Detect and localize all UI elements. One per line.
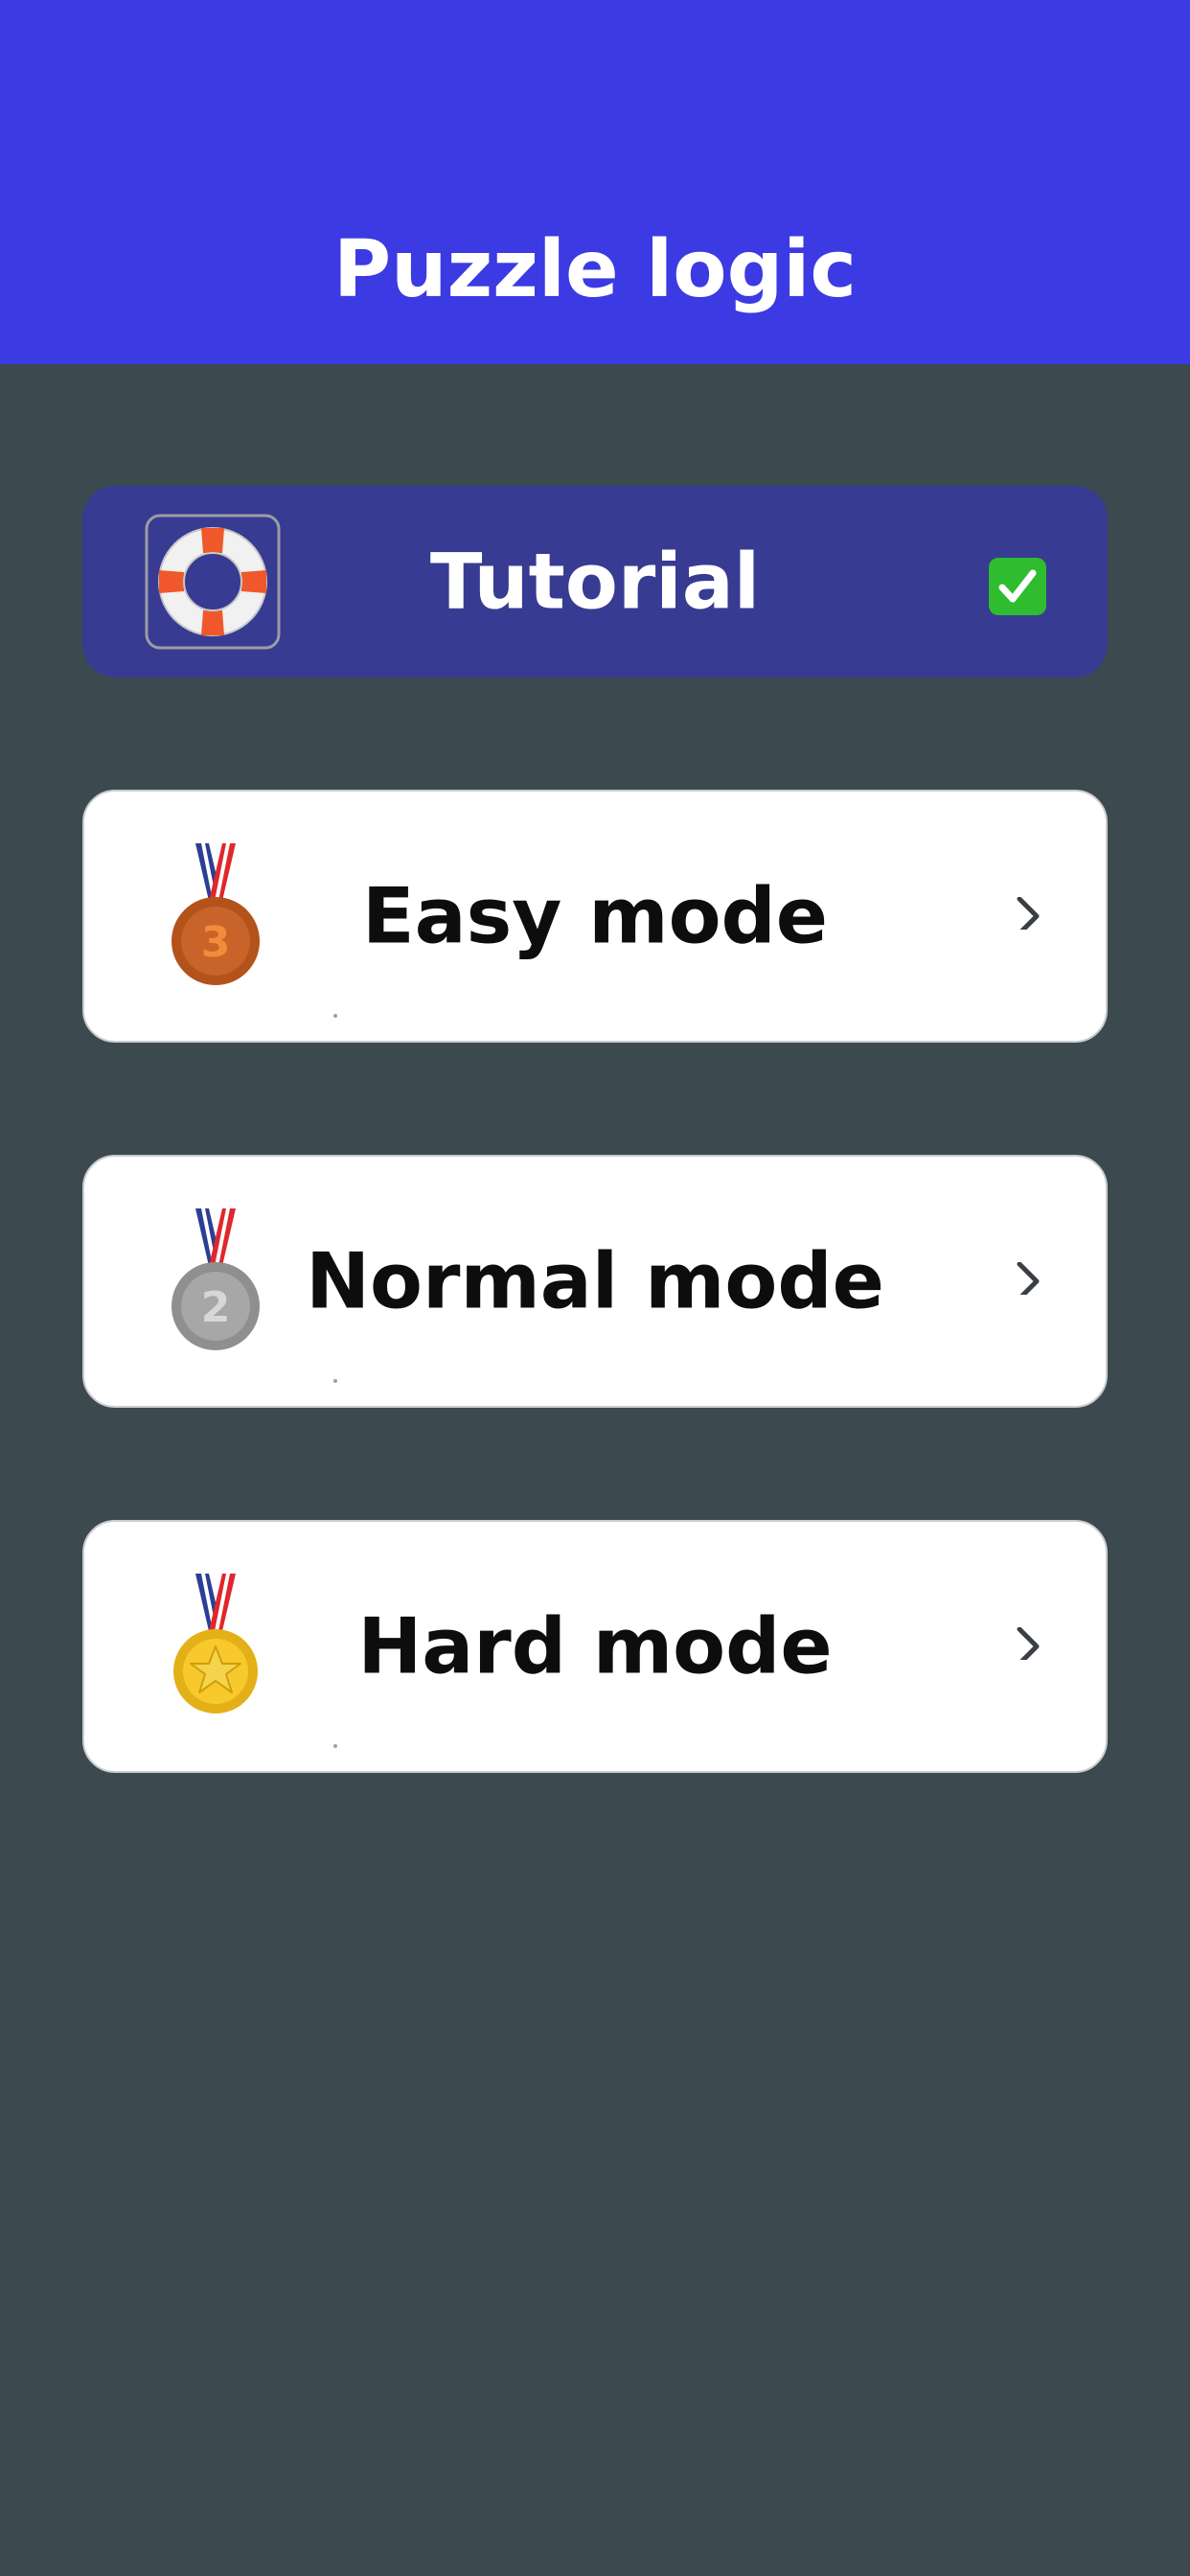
hard-mode-label: Hard mode [357,1601,833,1691]
hard-mode-button[interactable]: Hard mode [82,1520,1108,1773]
chevron-right-icon [1017,897,1040,930]
page-title: Puzzle logic [332,224,858,315]
normal-mode-label: Normal mode [306,1236,884,1326]
easy-mode-label: Easy mode [361,871,829,961]
app-header: Puzzle logic [0,0,1190,364]
tutorial-button[interactable]: Tutorial [82,486,1108,678]
decorative-dot [333,1014,337,1018]
easy-mode-button[interactable]: 3 Easy mode [82,790,1108,1043]
tutorial-label: Tutorial [429,537,761,627]
check-mark-icon [989,558,1046,615]
decorative-dot [333,1379,337,1383]
chevron-right-icon [1017,1262,1040,1295]
chevron-right-icon [1017,1627,1040,1660]
decorative-dot [333,1744,337,1748]
normal-mode-button[interactable]: 2 Normal mode [82,1155,1108,1408]
